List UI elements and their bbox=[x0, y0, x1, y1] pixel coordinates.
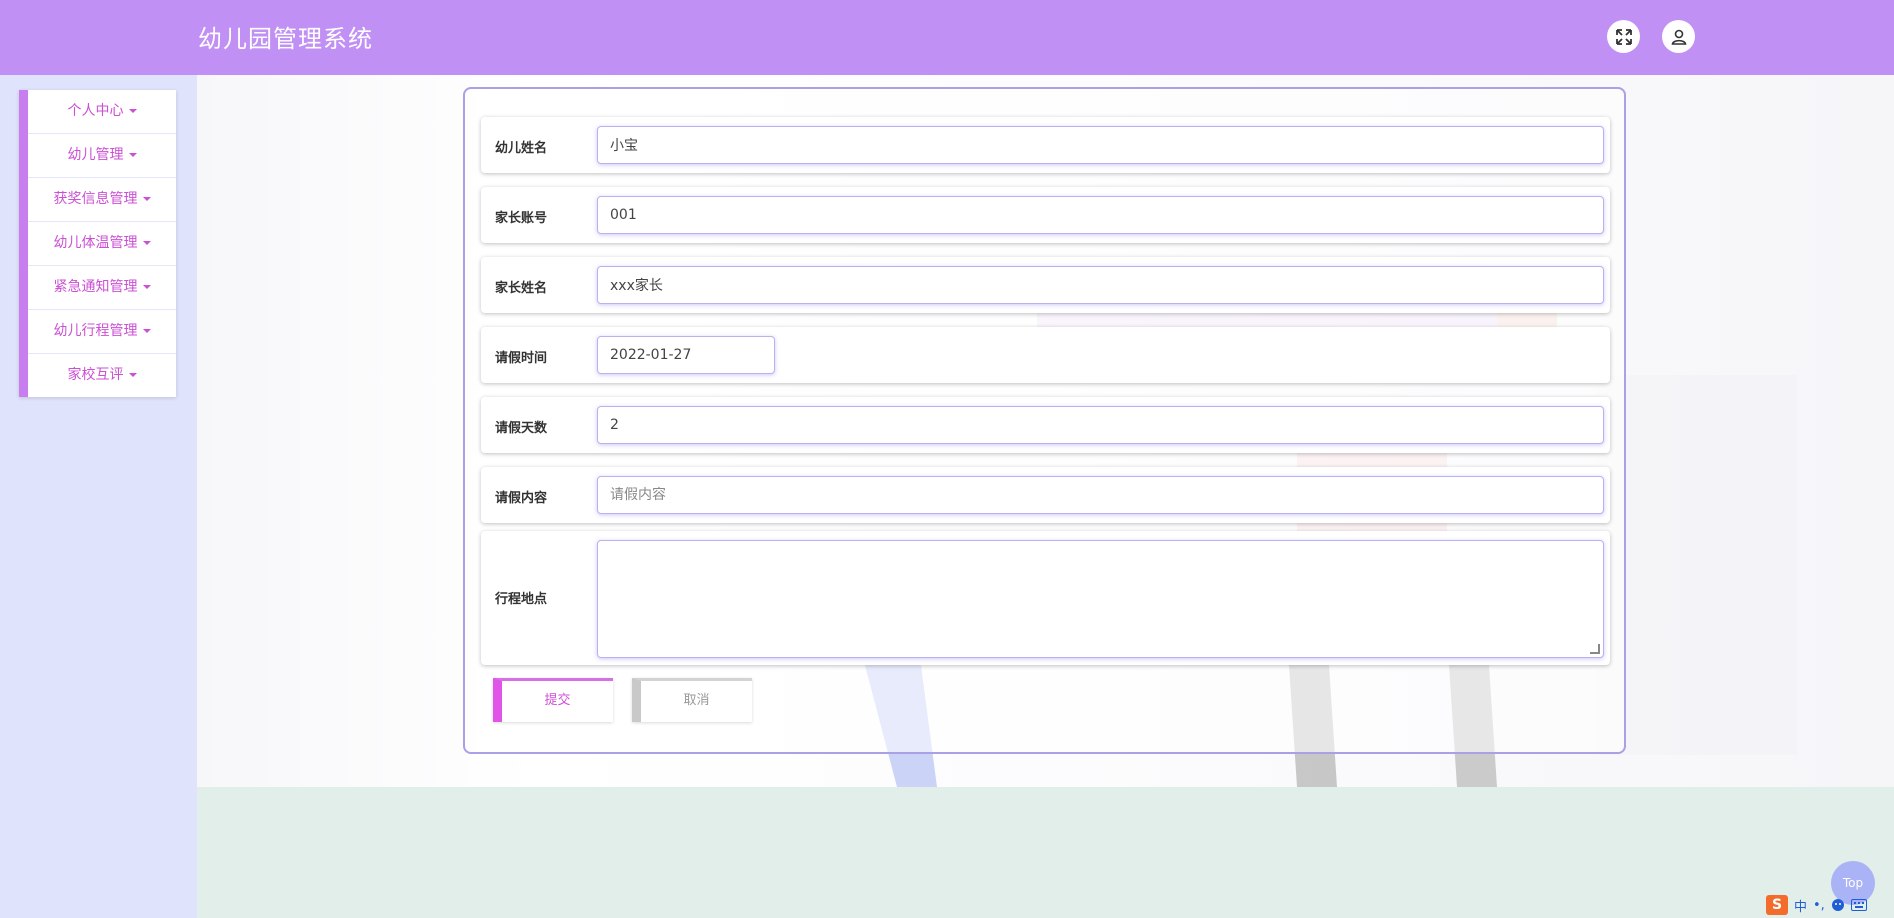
sidebar-item-label: 家校互评 bbox=[67, 367, 124, 383]
ime-mode[interactable]: 中 bbox=[1794, 896, 1807, 915]
sidebar-item-label: 幼儿体温管理 bbox=[53, 235, 138, 251]
resize-grip-icon[interactable] bbox=[1590, 644, 1600, 654]
leave-content-label: 请假内容 bbox=[495, 491, 548, 506]
child-name-input[interactable] bbox=[597, 126, 1604, 164]
sidebar-item-award-management[interactable]: 获奖信息管理 bbox=[28, 178, 176, 222]
caret-down-icon bbox=[142, 329, 151, 333]
emoji-icon[interactable] bbox=[1831, 898, 1845, 912]
sidebar-item-label: 幼儿管理 bbox=[67, 147, 124, 163]
leave-days-label: 请假天数 bbox=[495, 421, 548, 436]
sidebar-item-home-school-review[interactable]: 家校互评 bbox=[28, 354, 176, 397]
caret-down-icon bbox=[128, 373, 137, 377]
user-button[interactable] bbox=[1662, 20, 1695, 53]
caret-down-icon bbox=[128, 153, 137, 157]
ime-toolbar: S 中 •, bbox=[1766, 894, 1867, 916]
submit-button[interactable]: 提交 bbox=[493, 678, 613, 722]
user-icon bbox=[1671, 29, 1686, 45]
leave-days-input[interactable] bbox=[597, 406, 1604, 444]
sidebar-item-emergency-notice[interactable]: 紧急通知管理 bbox=[28, 266, 176, 310]
sidebar-menu: 个人中心 幼儿管理 获奖信息管理 幼儿体温管理 紧急通知管理 幼儿行程管理 家校… bbox=[19, 90, 176, 397]
trip-location-label: 行程地点 bbox=[495, 592, 548, 607]
app-title: 幼儿园管理系统 bbox=[198, 25, 373, 53]
sidebar-item-personal-center[interactable]: 个人中心 bbox=[28, 90, 176, 134]
leave-form-card: 幼儿姓名 家长账号 家长姓名 请假时间 请假天数 请假内容 行程地点 提交 取消 bbox=[463, 87, 1626, 754]
trip-location-textarea[interactable] bbox=[597, 540, 1604, 658]
leave-date-label: 请假时间 bbox=[495, 351, 548, 366]
child-name-label: 幼儿姓名 bbox=[495, 141, 548, 156]
caret-down-icon bbox=[142, 285, 151, 289]
parent-account-input[interactable] bbox=[597, 196, 1604, 234]
ime-punctuation[interactable]: •, bbox=[1813, 898, 1825, 913]
sidebar-item-itinerary-management[interactable]: 幼儿行程管理 bbox=[28, 310, 176, 354]
sogou-logo-icon[interactable]: S bbox=[1766, 895, 1788, 915]
page-footer bbox=[197, 787, 1894, 918]
sidebar-item-label: 个人中心 bbox=[67, 103, 124, 119]
form-row-leave-days: 请假天数 bbox=[481, 397, 1610, 453]
fullscreen-button[interactable] bbox=[1607, 20, 1640, 53]
expand-icon bbox=[1615, 28, 1632, 45]
form-row-leave-date: 请假时间 bbox=[481, 327, 1610, 383]
form-row-parent-name: 家长姓名 bbox=[481, 257, 1610, 313]
form-row-trip-location: 行程地点 bbox=[481, 531, 1610, 665]
cancel-button[interactable]: 取消 bbox=[632, 678, 752, 722]
sidebar-item-label: 紧急通知管理 bbox=[53, 279, 138, 295]
parent-name-input[interactable] bbox=[597, 266, 1604, 304]
sidebar: 个人中心 幼儿管理 获奖信息管理 幼儿体温管理 紧急通知管理 幼儿行程管理 家校… bbox=[0, 75, 197, 918]
caret-down-icon bbox=[128, 109, 137, 113]
parent-account-label: 家长账号 bbox=[495, 211, 548, 226]
form-row-child-name: 幼儿姓名 bbox=[481, 117, 1610, 173]
parent-name-label: 家长姓名 bbox=[495, 281, 548, 296]
form-row-leave-content: 请假内容 bbox=[481, 467, 1610, 523]
top-header: 幼儿园管理系统 bbox=[0, 0, 1894, 75]
caret-down-icon bbox=[142, 241, 151, 245]
leave-date-input[interactable] bbox=[597, 336, 775, 374]
sidebar-item-label: 获奖信息管理 bbox=[53, 191, 138, 207]
keyboard-icon[interactable] bbox=[1850, 899, 1867, 911]
caret-down-icon bbox=[142, 197, 151, 201]
sidebar-item-child-management[interactable]: 幼儿管理 bbox=[28, 134, 176, 178]
sidebar-item-label: 幼儿行程管理 bbox=[53, 323, 138, 339]
form-row-parent-account: 家长账号 bbox=[481, 187, 1610, 243]
sidebar-item-temperature-management[interactable]: 幼儿体温管理 bbox=[28, 222, 176, 266]
leave-content-input[interactable] bbox=[597, 476, 1604, 514]
